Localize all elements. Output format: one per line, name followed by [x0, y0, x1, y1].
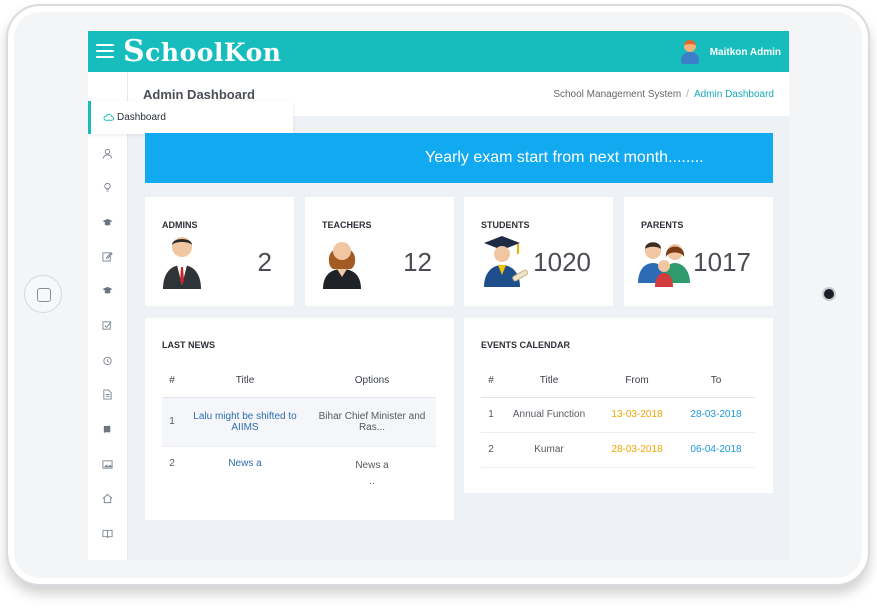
stat-card-teachers[interactable]: TEACHERS 12	[305, 197, 454, 306]
stat-label: ADMINS	[162, 220, 198, 230]
events-calendar-panel: EVENTS CALENDAR # Title From To 1 Annual…	[464, 318, 773, 493]
event-title: Annual Function	[501, 397, 597, 433]
graduation-cap-icon[interactable]	[100, 215, 114, 229]
home-icon[interactable]	[100, 491, 114, 505]
tablet-camera	[824, 289, 834, 299]
stat-count: 2	[257, 247, 272, 277]
event-title: Kumar	[501, 432, 597, 468]
top-navbar: SchoolKon Maitkon Admin	[88, 31, 789, 72]
teacher-icon	[323, 242, 361, 289]
image-icon[interactable]	[100, 457, 114, 471]
row-number: 2	[169, 457, 175, 469]
news-title-link[interactable]: News a	[228, 458, 261, 469]
page-title: Admin Dashboard	[143, 87, 255, 102]
brand-logo[interactable]: SchoolKon	[123, 37, 281, 68]
news-option: Bihar Chief Minister and Ras...	[308, 397, 436, 447]
table-row: 1 Annual Function 13-03-2018 28-03-2018	[481, 397, 755, 433]
news-option: News a..	[355, 459, 389, 487]
user-icon[interactable]	[100, 146, 114, 160]
column-header: To	[677, 365, 755, 398]
breadcrumb-current: Admin Dashboard	[693, 89, 774, 100]
stat-card-students[interactable]: STUDENTS 1020	[464, 197, 613, 306]
panel-title: EVENTS CALENDAR	[481, 340, 571, 350]
user-name: Maitkon Admin	[709, 46, 781, 58]
event-to-date: 28-03-2018	[677, 397, 755, 433]
row-number: 1	[162, 397, 182, 447]
stat-count: 12	[403, 247, 432, 277]
stat-count: 1017	[693, 247, 751, 277]
stat-card-admins[interactable]: ADMINS 2	[145, 197, 294, 306]
open-book-icon[interactable]	[100, 526, 114, 540]
event-to-date: 06-04-2018	[677, 432, 755, 468]
stat-label: PARENTS	[641, 220, 684, 230]
last-news-panel: LAST NEWS # Title Options 1 Lalu might b…	[145, 318, 454, 520]
avatar	[680, 40, 700, 64]
menu-toggle-icon[interactable]	[96, 44, 114, 58]
event-from-date: 13-03-2018	[597, 397, 677, 433]
column-header: From	[597, 365, 677, 398]
breadcrumb: School Management System / Admin Dashboard	[553, 89, 774, 100]
student-graduate-icon	[484, 236, 529, 287]
edit-icon[interactable]	[100, 249, 114, 263]
sidebar-item-label: Dashboard	[117, 112, 166, 123]
column-header: #	[481, 365, 501, 398]
check-square-icon[interactable]	[100, 318, 114, 332]
sidebar	[88, 72, 128, 560]
graduation-cap-icon[interactable]	[100, 283, 114, 297]
book-icon[interactable]	[100, 422, 114, 436]
row-number: 1	[481, 397, 501, 433]
table-row: 1 Lalu might be shifted to AIIMS Bihar C…	[162, 397, 436, 447]
stat-label: STUDENTS	[481, 220, 530, 230]
column-header: Title	[501, 365, 597, 398]
column-header: #	[162, 365, 182, 398]
app-screen: SchoolKon Maitkon Admin Admin Dashboard …	[88, 31, 789, 560]
table-row: 2 Kumar 28-03-2018 06-04-2018	[481, 432, 755, 468]
column-header: Options	[308, 365, 436, 398]
bulb-icon[interactable]	[100, 180, 114, 194]
news-table: # Title Options 1 Lalu might be shifted …	[162, 365, 436, 496]
tablet-home-button[interactable]	[24, 275, 62, 313]
announcement-banner: Yearly exam start from next month.......…	[145, 133, 773, 183]
sidebar-item-dashboard[interactable]: Dashboard	[88, 101, 293, 134]
news-title-link[interactable]: Lalu might be shifted to AIIMS	[193, 411, 296, 433]
event-from-date: 28-03-2018	[597, 432, 677, 468]
table-row: 2 News a News a..	[162, 446, 436, 496]
user-menu[interactable]: Maitkon Admin	[680, 39, 781, 65]
column-header: Title	[182, 365, 308, 398]
document-icon[interactable]	[100, 387, 114, 401]
events-table: # Title From To 1 Annual Function 13-03-…	[481, 365, 755, 468]
stat-count: 1020	[533, 247, 591, 277]
alarm-icon[interactable]	[100, 353, 114, 367]
announcement-text: Yearly exam start from next month.......…	[425, 149, 704, 166]
breadcrumb-root[interactable]: School Management System	[553, 89, 681, 100]
stat-card-parents[interactable]: PARENTS 1017	[624, 197, 773, 306]
stat-label: TEACHERS	[322, 220, 372, 230]
parents-family-icon	[638, 242, 690, 287]
row-number: 2	[481, 432, 501, 468]
admin-icon	[163, 237, 201, 289]
panel-title: LAST NEWS	[162, 340, 215, 350]
cloud-icon	[103, 113, 114, 121]
